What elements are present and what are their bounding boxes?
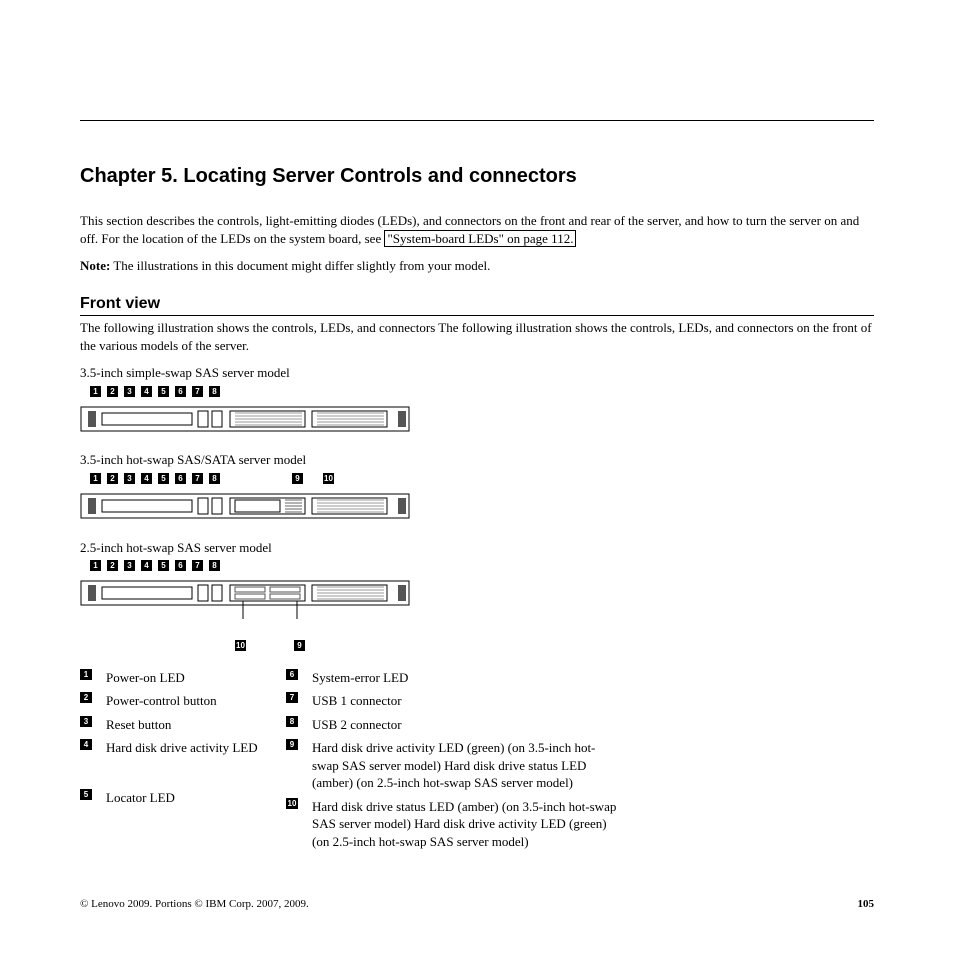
callout-number: 5 xyxy=(158,473,169,484)
server-illustration-1 xyxy=(80,401,410,433)
legend-text: Hard disk drive activity LED xyxy=(106,739,266,757)
callout-number: 5 xyxy=(158,560,169,571)
legend-number: 7 xyxy=(286,692,298,703)
legend-row: 6 System-error LED xyxy=(286,669,622,687)
callout-number: 2 xyxy=(107,560,118,571)
callout-number: 10 xyxy=(323,473,334,484)
callout-number: 1 xyxy=(90,560,101,571)
callout-number: 7 xyxy=(192,386,203,397)
callout-number: 6 xyxy=(175,560,186,571)
model-caption-1: 3.5-inch simple-swap SAS server model xyxy=(80,364,874,382)
cross-reference-link[interactable]: "System-board LEDs" on page 112. xyxy=(384,230,576,247)
callout-number: 8 xyxy=(209,386,220,397)
callout-row-model-2: 1 2 3 4 5 6 7 8 9 10 xyxy=(90,473,874,484)
callout-number: 8 xyxy=(209,560,220,571)
callout-row-model-3-bottom: 10 9 xyxy=(235,640,874,651)
legend-row: 7 USB 1 connector xyxy=(286,692,622,710)
legend-text: System-error LED xyxy=(312,669,622,687)
note-paragraph: Note: The illustrations in this document… xyxy=(80,257,874,275)
legend-text: Power-on LED xyxy=(106,669,266,687)
page-footer: © Lenovo 2009. Portions © IBM Corp. 2007… xyxy=(80,897,874,912)
legend-row: 10 Hard disk drive status LED (amber) (on… xyxy=(286,798,622,851)
callout-number: 5 xyxy=(158,386,169,397)
callout-row-model-3-top: 1 2 3 4 5 6 7 8 xyxy=(90,560,874,571)
callout-number: 9 xyxy=(292,473,303,484)
legend-text: Power-control button xyxy=(106,692,266,710)
legend-row: 1 Power-on LED xyxy=(80,669,266,687)
callout-number: 2 xyxy=(107,386,118,397)
legend-row: 4 Hard disk drive activity LED xyxy=(80,739,266,757)
section-intro: The following illustration shows the con… xyxy=(80,319,874,354)
legend-number: 1 xyxy=(80,669,92,680)
chapter-heading: Chapter 5. Locating Server Controls and … xyxy=(80,163,874,190)
callout-row-model-1: 1 2 3 4 5 6 7 8 xyxy=(90,386,874,397)
callout-number: 4 xyxy=(141,473,152,484)
callout-number: 3 xyxy=(124,560,135,571)
callout-number: 6 xyxy=(175,473,186,484)
page-header-rule xyxy=(80,120,874,121)
legend-number: 9 xyxy=(286,739,298,750)
callout-number: 4 xyxy=(141,560,152,571)
callout-number: 3 xyxy=(124,386,135,397)
legend-row: 3 Reset button xyxy=(80,716,266,734)
callout-number: 1 xyxy=(90,473,101,484)
callout-legend: 1 Power-on LED 2 Power-control button 3 Res… xyxy=(80,669,874,851)
legend-row: 2 Power-control button xyxy=(80,692,266,710)
note-label: Note: xyxy=(80,258,110,273)
callout-number: 3 xyxy=(124,473,135,484)
intro-paragraph: This section describes the controls, lig… xyxy=(80,212,874,247)
legend-left-column: 1 Power-on LED 2 Power-control button 3 Res… xyxy=(80,669,266,851)
callout-number: 2 xyxy=(107,473,118,484)
model-caption-3: 2.5-inch hot-swap SAS server model xyxy=(80,539,874,557)
legend-number: 6 xyxy=(286,669,298,680)
callout-number: 7 xyxy=(192,473,203,484)
legend-text: USB 2 connector xyxy=(312,716,622,734)
legend-text: USB 1 connector xyxy=(312,692,622,710)
legend-text: Locator LED xyxy=(106,789,266,807)
legend-text: Hard disk drive status LED (amber) (on 3… xyxy=(312,798,622,851)
legend-number: 5 xyxy=(80,789,92,800)
model-caption-2: 3.5-inch hot-swap SAS/SATA server model xyxy=(80,451,874,469)
callout-number: 4 xyxy=(141,386,152,397)
note-body: The illustrations in this document might… xyxy=(110,258,490,273)
callout-number: 10 xyxy=(235,640,246,651)
legend-number: 3 xyxy=(80,716,92,727)
legend-row: 8 USB 2 connector xyxy=(286,716,622,734)
legend-row: 5 Locator LED xyxy=(80,789,266,807)
legend-text: Hard disk drive activity LED (green) (on… xyxy=(312,739,622,792)
section-heading-front-view: Front view xyxy=(80,293,874,317)
callout-number: 9 xyxy=(294,640,305,651)
page-number: 105 xyxy=(858,897,875,912)
callout-number: 6 xyxy=(175,386,186,397)
server-illustration-3 xyxy=(80,575,410,631)
callout-number: 1 xyxy=(90,386,101,397)
legend-number: 10 xyxy=(286,798,298,809)
callout-number: 8 xyxy=(209,473,220,484)
legend-number: 4 xyxy=(80,739,92,750)
legend-text: Reset button xyxy=(106,716,266,734)
legend-number: 8 xyxy=(286,716,298,727)
copyright-text: © Lenovo 2009. Portions © IBM Corp. 2007… xyxy=(80,897,309,912)
legend-row: 9 Hard disk drive activity LED (green) (o… xyxy=(286,739,622,792)
legend-number: 2 xyxy=(80,692,92,703)
server-illustration-2 xyxy=(80,488,410,520)
legend-right-column: 6 System-error LED 7 USB 1 connector 8 USB … xyxy=(286,669,622,851)
callout-number: 7 xyxy=(192,560,203,571)
